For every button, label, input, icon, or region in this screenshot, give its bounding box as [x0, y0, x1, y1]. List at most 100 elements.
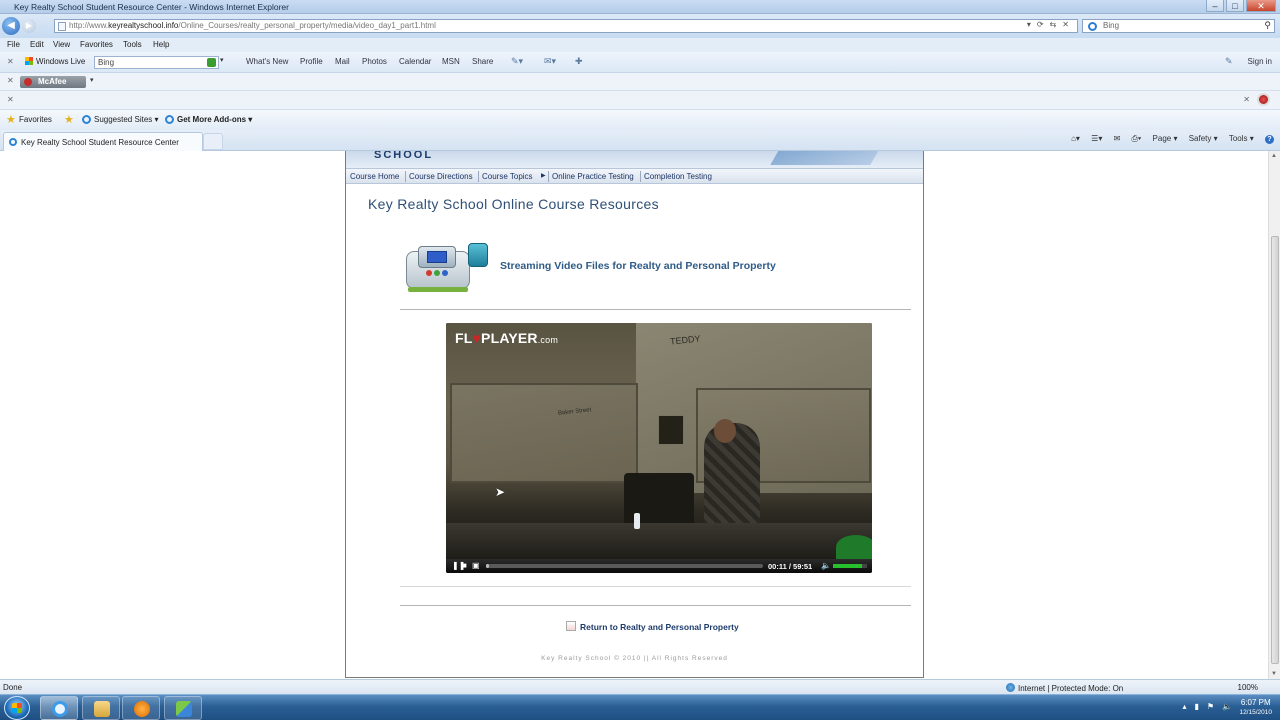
live-link-profile[interactable]: Profile	[300, 57, 323, 66]
new-tab-button[interactable]	[203, 133, 223, 150]
live-search-go-icon[interactable]	[207, 58, 216, 67]
zoom-level[interactable]: 100%	[1238, 683, 1258, 692]
video-player[interactable]: TEDDY Baker Street FL♥PLAYER.com ➤ ❚❚ ■ …	[446, 323, 872, 573]
vertical-scrollbar[interactable]: ▲ ▼	[1268, 151, 1280, 679]
mouse-cursor-icon: ➤	[495, 485, 506, 499]
fullscreen-button[interactable]: ▣	[472, 561, 480, 570]
windows-live-toolbar: ✕ Windows Live Bing ▾ What's New Profile…	[0, 52, 1280, 73]
nav-course-directions[interactable]: Course Directions	[409, 172, 473, 181]
tools-menu[interactable]: Tools ▾	[1229, 134, 1254, 143]
taskbar-media-player[interactable]	[122, 696, 160, 720]
banner-graphic	[770, 151, 882, 165]
volume-icon[interactable]: 🔈	[821, 561, 831, 570]
return-link[interactable]: Return to Realty and Personal Property	[566, 621, 739, 632]
back-button[interactable]: ◀	[2, 17, 20, 35]
address-bar[interactable]: http://www.keyrealtyschool.info/Online_C…	[54, 19, 1078, 33]
menu-bar: File Edit View Favorites Tools Help	[0, 38, 1280, 52]
get-addons-link[interactable]: Get More Add-ons ▾	[177, 115, 252, 124]
nav-course-home[interactable]: Course Home	[350, 172, 399, 181]
player-controls: ❚❚ ■ ▣ 00:11 / 59:51 🔈	[446, 559, 872, 573]
ie-icon	[165, 115, 174, 124]
maximize-button[interactable]: □	[1226, 0, 1244, 12]
help-icon[interactable]: ?	[1265, 135, 1274, 144]
blog-icon[interactable]: ✎▾	[511, 56, 523, 67]
live-search-input[interactable]: Bing	[94, 56, 219, 69]
live-link-photos[interactable]: Photos	[362, 57, 387, 66]
section-title: Streaming Video Files for Realty and Per…	[500, 260, 776, 272]
translate-icon[interactable]: ✚	[575, 56, 583, 67]
scroll-down-icon[interactable]: ▼	[1271, 671, 1277, 677]
start-button[interactable]	[4, 696, 30, 720]
menu-tools[interactable]: Tools	[123, 40, 142, 49]
ie-icon	[9, 138, 17, 146]
nav-completion-testing[interactable]: Completion Testing	[644, 172, 712, 181]
flvplayer-logo: FL♥PLAYER.com	[455, 330, 559, 346]
menu-help[interactable]: Help	[153, 40, 169, 49]
scroll-thumb[interactable]	[1271, 236, 1279, 664]
search-box[interactable]: Bing ⚲	[1082, 19, 1275, 33]
sign-in-link[interactable]: Sign in	[1248, 57, 1272, 66]
menu-view[interactable]: View	[53, 40, 70, 49]
nav-divider	[548, 171, 549, 182]
security-zone[interactable]: Internet | Protected Mode: On	[1006, 683, 1123, 693]
menu-favorites[interactable]: Favorites	[80, 40, 113, 49]
close-button[interactable]: ✕	[1246, 0, 1276, 12]
live-link-msn[interactable]: MSN	[442, 57, 460, 66]
menu-edit[interactable]: Edit	[30, 40, 44, 49]
search-icon[interactable]: ⚲	[1264, 20, 1271, 31]
addon-icon[interactable]	[1257, 93, 1270, 106]
favorites-button[interactable]: Favorites	[19, 115, 52, 124]
page-menu[interactable]: Page ▾	[1153, 134, 1178, 143]
playback-time: 00:11 / 59:51	[768, 562, 813, 571]
live-link-share[interactable]: Share	[472, 57, 493, 66]
seek-bar[interactable]	[486, 564, 763, 568]
suggested-sites-link[interactable]: Suggested Sites ▾	[94, 115, 159, 124]
home-icon[interactable]: ⌂▾	[1071, 134, 1080, 143]
close-toolbar-icon[interactable]: ✕	[7, 95, 14, 104]
taskbar-explorer[interactable]	[82, 696, 120, 720]
stop-button[interactable]: ■	[462, 561, 467, 570]
close-icon[interactable]: ✕	[1243, 95, 1250, 104]
notes-icon[interactable]: ✎	[1225, 56, 1233, 67]
submenu-arrow-icon: ▶	[541, 173, 546, 179]
mcafee-dropdown[interactable]: ▾	[90, 76, 94, 84]
ie-icon	[82, 115, 91, 124]
browser-viewport: SCHOOL Course Home Course Directions Cou…	[0, 151, 1268, 679]
mcafee-button[interactable]: McAfee	[20, 76, 86, 88]
url-text[interactable]: http://www.keyrealtyschool.info/Online_C…	[69, 21, 436, 30]
page-icon	[58, 22, 66, 31]
close-toolbar-icon[interactable]: ✕	[7, 76, 14, 85]
live-link-whats-new[interactable]: What's New	[246, 57, 288, 66]
messenger-icon[interactable]: ✉▾	[544, 56, 556, 67]
ie-icon	[52, 701, 68, 717]
read-mail-icon[interactable]: ✉	[1114, 134, 1121, 143]
nav-course-topics[interactable]: Course Topics	[482, 172, 533, 181]
scroll-up-icon[interactable]: ▲	[1271, 153, 1277, 159]
status-text: Done	[3, 683, 23, 692]
minimize-button[interactable]: –	[1206, 0, 1224, 12]
nav-online-practice-testing[interactable]: Online Practice Testing	[552, 172, 634, 181]
safety-menu[interactable]: Safety ▾	[1189, 134, 1218, 143]
taskbar-app[interactable]	[164, 696, 202, 720]
tab-key-realty[interactable]: Key Realty School Student Resource Cente…	[3, 132, 203, 151]
clock[interactable]: 6:07 PM 12/15/2010	[1239, 698, 1272, 718]
live-link-calendar[interactable]: Calendar	[399, 57, 431, 66]
video-frame[interactable]: TEDDY Baker Street	[446, 323, 872, 559]
favorites-star-icon: ★	[6, 114, 16, 126]
forward-button[interactable]: ▶	[22, 19, 36, 33]
print-icon[interactable]: ⎙▾	[1132, 134, 1142, 143]
address-tools[interactable]: ▾⟳⇆✕	[1027, 20, 1075, 29]
windows-live-button[interactable]: Windows Live	[25, 57, 85, 66]
live-search-value: Bing	[98, 58, 115, 67]
close-toolbar-icon[interactable]: ✕	[7, 57, 14, 66]
live-search-dropdown[interactable]: ▾	[220, 56, 224, 64]
taskbar-ie[interactable]	[40, 696, 78, 720]
menu-file[interactable]: File	[7, 40, 20, 49]
system-tray[interactable]: ▴▮⚑🔈	[1182, 702, 1240, 711]
windows-live-icon	[25, 57, 33, 65]
volume-slider[interactable]	[833, 564, 867, 568]
add-favorite-icon[interactable]: ★	[64, 113, 74, 126]
feeds-icon[interactable]: ☰▾	[1091, 134, 1102, 143]
return-icon	[566, 621, 576, 631]
live-link-mail[interactable]: Mail	[335, 57, 350, 66]
